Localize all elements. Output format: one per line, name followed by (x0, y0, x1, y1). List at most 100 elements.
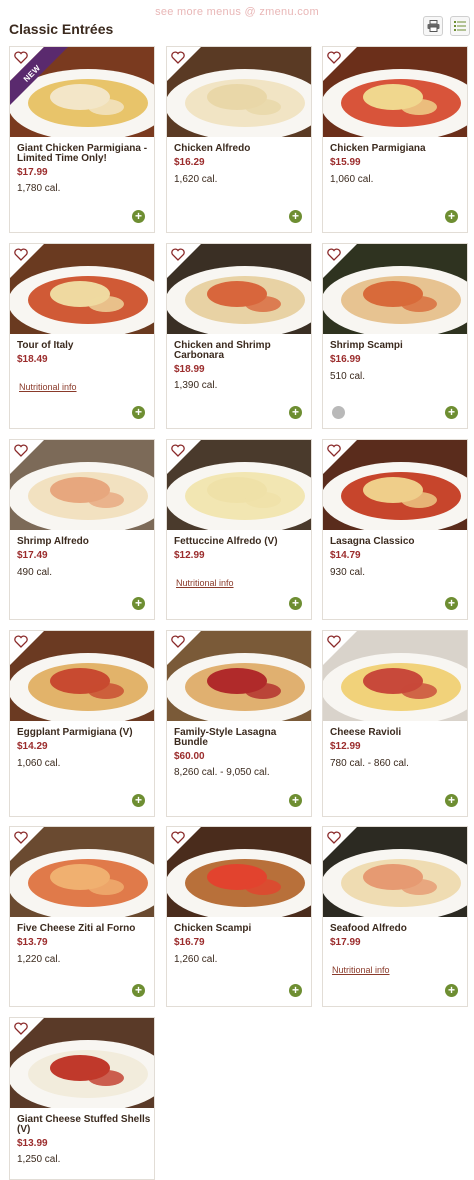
nutritional-info-link[interactable]: Nutritional info (332, 965, 390, 975)
menu-item-card[interactable]: Chicken Parmigiana $15.99 1,060 cal. + (322, 46, 468, 233)
menu-item-card[interactable]: Tour of Italy $18.49 Nutritional info + (9, 243, 155, 429)
item-name[interactable]: Shrimp Alfredo (17, 537, 151, 547)
item-name[interactable]: Chicken Parmigiana (330, 144, 464, 154)
item-name[interactable]: Chicken Scampi (174, 924, 308, 934)
add-item-button[interactable]: + (289, 984, 302, 997)
item-calories: 1,060 cal. (17, 758, 61, 769)
item-name[interactable]: Eggplant Parmigiana (V) (17, 728, 151, 738)
item-name[interactable]: Fettuccine Alfredo (V) (174, 537, 308, 547)
item-name[interactable]: Giant Cheese Stuffed Shells (V) (17, 1115, 151, 1135)
heart-icon[interactable] (171, 51, 185, 64)
item-name[interactable]: Chicken Alfredo (174, 144, 308, 154)
item-calories: 1,060 cal. (330, 174, 374, 185)
add-item-button[interactable]: + (132, 984, 145, 997)
item-price: $60.00 (174, 751, 205, 762)
list-icon (454, 21, 466, 31)
item-calories: 8,260 cal. - 9,050 cal. (174, 767, 270, 778)
add-item-button[interactable]: + (132, 406, 145, 419)
item-price: $12.99 (330, 741, 361, 752)
menu-item-card[interactable]: Chicken and Shrimp Carbonara $18.99 1,390 … (166, 243, 312, 429)
item-calories: 1,220 cal. (17, 954, 61, 965)
item-calories: 1,260 cal. (174, 954, 218, 965)
add-item-button[interactable]: + (445, 597, 458, 610)
item-name[interactable]: Shrimp Scampi (330, 341, 464, 351)
page-title: Classic Entrées (9, 21, 114, 37)
item-calories: 930 cal. (330, 567, 366, 578)
menu-item-card[interactable]: Cheese Ravioli $12.99 780 cal. - 860 cal. + (322, 630, 468, 817)
watermark: see more menus @ zmenu.com (155, 6, 319, 18)
item-price: $18.49 (17, 354, 48, 365)
item-price: $15.99 (330, 157, 361, 168)
menu-item-card[interactable]: Shrimp Alfredo $17.49 490 cal. + (9, 439, 155, 620)
item-price: $17.99 (17, 167, 48, 178)
item-price: $14.79 (330, 550, 361, 561)
heart-icon[interactable] (171, 248, 185, 261)
item-name[interactable]: Chicken and Shrimp Carbonara (174, 341, 308, 361)
item-name[interactable]: Cheese Ravioli (330, 728, 464, 738)
item-price: $14.29 (17, 741, 48, 752)
menu-item-card[interactable]: Chicken Scampi $16.79 1,260 cal. + (166, 826, 312, 1007)
menu-item-card[interactable]: Shrimp Scampi $16.99 510 cal. + (322, 243, 468, 429)
heart-icon[interactable] (327, 444, 341, 457)
add-item-button[interactable]: + (289, 210, 302, 223)
item-name[interactable]: Family-Style Lasagna Bundle (174, 728, 308, 748)
item-calories: 1,390 cal. (174, 380, 218, 391)
print-button[interactable] (423, 16, 443, 36)
item-name[interactable]: Tour of Italy (17, 341, 151, 351)
menu-item-card[interactable]: Five Cheese Ziti al Forno $13.79 1,220 cal… (9, 826, 155, 1007)
add-item-button[interactable]: + (132, 597, 145, 610)
item-price: $13.99 (17, 1138, 48, 1149)
nutritional-info-link[interactable]: Nutritional info (19, 382, 77, 392)
item-price: $13.79 (17, 937, 48, 948)
item-price: $16.79 (174, 937, 205, 948)
heart-icon[interactable] (171, 831, 185, 844)
heart-icon[interactable] (14, 444, 28, 457)
item-name[interactable]: Seafood Alfredo (330, 924, 464, 934)
item-calories: 510 cal. (330, 371, 366, 382)
item-name[interactable]: Five Cheese Ziti al Forno (17, 924, 151, 934)
item-calories: 780 cal. - 860 cal. (330, 758, 409, 769)
item-price: $18.99 (174, 364, 205, 375)
add-item-button[interactable]: + (445, 794, 458, 807)
add-item-button[interactable]: + (289, 597, 302, 610)
item-calories: 1,250 cal. (17, 1154, 61, 1165)
menu-item-card[interactable]: Chicken Alfredo $16.29 1,620 cal. + (166, 46, 312, 233)
shrimp-allergen-icon (332, 406, 345, 419)
add-item-button[interactable]: + (132, 794, 145, 807)
printer-icon (427, 20, 439, 32)
heart-icon[interactable] (327, 51, 341, 64)
heart-icon[interactable] (327, 248, 341, 261)
heart-icon[interactable] (327, 831, 341, 844)
menu-item-card[interactable]: Fettuccine Alfredo (V) $12.99 Nutritional … (166, 439, 312, 620)
menu-item-card[interactable]: Seafood Alfredo $17.99 Nutritional info + (322, 826, 468, 1007)
add-item-button[interactable]: + (445, 984, 458, 997)
heart-icon[interactable] (14, 635, 28, 648)
nutritional-info-link[interactable]: Nutritional info (176, 578, 234, 588)
item-name[interactable]: Lasagna Classico (330, 537, 464, 547)
add-item-button[interactable]: + (132, 210, 145, 223)
menu-item-card[interactable]: Eggplant Parmigiana (V) $14.29 1,060 cal. + (9, 630, 155, 817)
menu-item-card[interactable]: Lasagna Classico $14.79 930 cal. + (322, 439, 468, 620)
menu-item-card[interactable]: Family-Style Lasagna Bundle $60.00 8,260 c… (166, 630, 312, 817)
heart-icon[interactable] (171, 635, 185, 648)
heart-icon[interactable] (14, 248, 28, 261)
menu-item-card[interactable]: Giant Cheese Stuffed Shells (V) $13.99 1,2… (9, 1017, 155, 1180)
heart-icon[interactable] (327, 635, 341, 648)
heart-icon[interactable] (14, 51, 28, 64)
item-name[interactable]: Giant Chicken Parmigiana - Limited Time … (17, 144, 151, 164)
item-calories: 1,620 cal. (174, 174, 218, 185)
item-price: $17.99 (330, 937, 361, 948)
list-view-button[interactable] (450, 16, 470, 36)
item-price: $16.29 (174, 157, 205, 168)
add-item-button[interactable]: + (289, 794, 302, 807)
item-price: $17.49 (17, 550, 48, 561)
add-item-button[interactable]: + (289, 406, 302, 419)
item-calories: 490 cal. (17, 567, 53, 578)
heart-icon[interactable] (14, 1022, 28, 1035)
heart-icon[interactable] (14, 831, 28, 844)
item-price: $12.99 (174, 550, 205, 561)
menu-item-card[interactable]: NEW Giant Chicken Parmigiana - Limited Ti… (9, 46, 155, 233)
heart-icon[interactable] (171, 444, 185, 457)
add-item-button[interactable]: + (445, 406, 458, 419)
add-item-button[interactable]: + (445, 210, 458, 223)
